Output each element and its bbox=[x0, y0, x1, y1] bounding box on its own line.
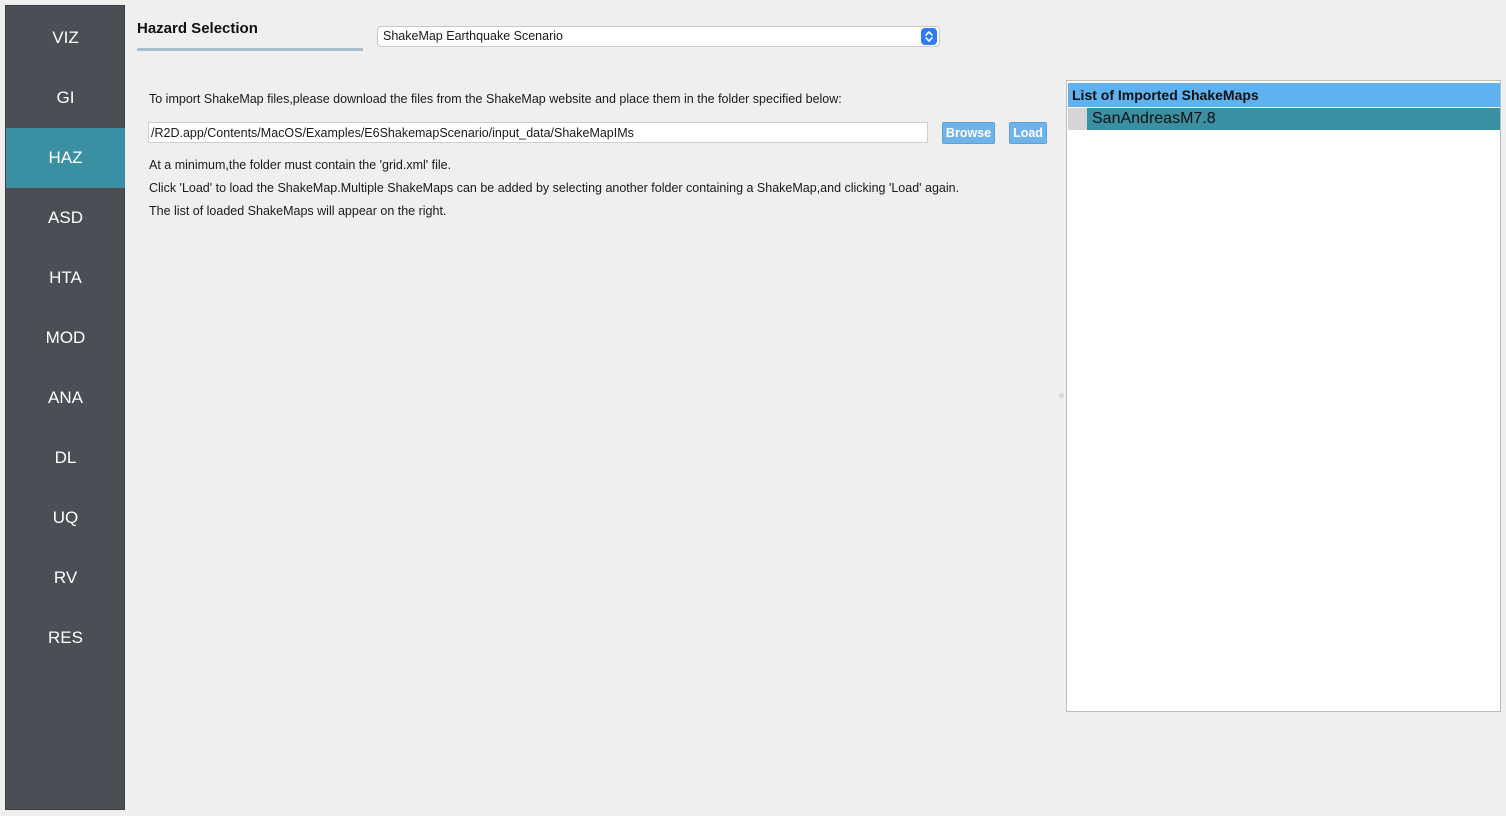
select-updown-icon[interactable] bbox=[921, 28, 937, 45]
splitter-handle[interactable] bbox=[1059, 393, 1064, 398]
sidebar-item-res[interactable]: RES bbox=[6, 608, 125, 668]
sidebar-item-mod[interactable]: MOD bbox=[6, 308, 125, 368]
shakemap-folder-path-input[interactable] bbox=[148, 122, 928, 143]
list-location-note: The list of loaded ShakeMaps will appear… bbox=[149, 204, 447, 218]
sidebar-item-haz[interactable]: HAZ bbox=[6, 128, 125, 188]
sidebar-item-dl[interactable]: DL bbox=[6, 428, 125, 488]
row-header-cell bbox=[1068, 108, 1087, 130]
sidebar-item-viz[interactable]: VIZ bbox=[6, 8, 125, 68]
hazard-type-select[interactable]: ShakeMap Earthquake Scenario bbox=[377, 26, 940, 47]
folder-requirement-note: At a minimum,the folder must contain the… bbox=[149, 158, 452, 172]
sidebar-item-gi[interactable]: GI bbox=[6, 68, 125, 128]
sidebar-item-uq[interactable]: UQ bbox=[6, 488, 125, 548]
imported-shakemaps-list: List of Imported ShakeMaps SanAndreasM7.… bbox=[1066, 80, 1501, 712]
hazard-label-underline bbox=[137, 48, 363, 51]
load-button[interactable]: Load bbox=[1009, 122, 1047, 144]
sidebar-item-asd[interactable]: ASD bbox=[6, 188, 125, 248]
list-header: List of Imported ShakeMaps bbox=[1068, 83, 1500, 107]
sidebar-item-hta[interactable]: HTA bbox=[6, 248, 125, 308]
hazard-selection-label: Hazard Selection bbox=[137, 20, 258, 37]
browse-button[interactable]: Browse bbox=[942, 122, 995, 144]
sidebar-item-ana[interactable]: ANA bbox=[6, 368, 125, 428]
import-instructions: To import ShakeMap files,please download… bbox=[149, 92, 842, 106]
list-item[interactable]: SanAndreasM7.8 bbox=[1068, 108, 1500, 130]
load-instructions-note: Click 'Load' to load the ShakeMap.Multip… bbox=[149, 181, 960, 195]
sidebar-item-rv[interactable]: RV bbox=[6, 548, 125, 608]
shakemap-name-cell[interactable]: SanAndreasM7.8 bbox=[1087, 108, 1500, 130]
sidebar-nav: VIZ GI HAZ ASD HTA MOD ANA DL UQ RV RES bbox=[5, 5, 125, 810]
hazard-type-select-value: ShakeMap Earthquake Scenario bbox=[383, 29, 563, 43]
